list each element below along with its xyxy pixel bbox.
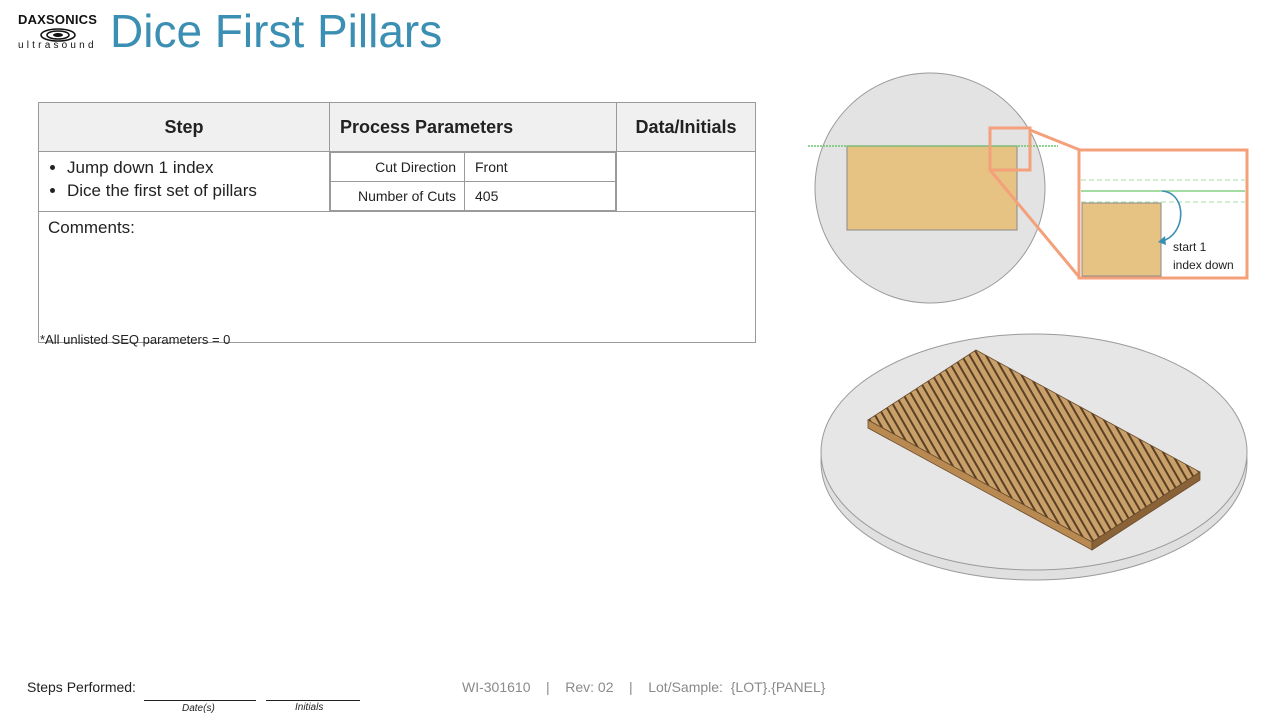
parameters-cell: Cut Direction Front Number of Cuts 405 — [329, 151, 617, 212]
steps-cell: Jump down 1 index Dice the first set of … — [38, 151, 330, 212]
steps-performed-label: Steps Performed: — [27, 679, 136, 695]
header-data-initials: Data/Initials — [616, 102, 756, 152]
header-process-parameters: Process Parameters — [329, 102, 617, 152]
initials-signature-line[interactable] — [266, 700, 360, 701]
parameters-note: *All unlisted SEQ parameters = 0 — [40, 332, 231, 347]
dicing-diagram: start 1 index down — [808, 72, 1249, 581]
param-value: 405 — [464, 181, 616, 211]
param-label: Cut Direction — [330, 152, 465, 182]
initials-label: Initials — [295, 702, 324, 713]
param-value: Front — [464, 152, 616, 182]
param-label: Number of Cuts — [330, 181, 465, 211]
process-table: Step Process Parameters Data/Initials Ju… — [38, 102, 756, 343]
callout-text: index down — [1173, 258, 1234, 272]
wafer-3d-view — [820, 333, 1248, 581]
comments-field[interactable]: Comments: — [38, 211, 756, 343]
comments-label: Comments: — [48, 218, 135, 237]
step-item: Dice the first set of pillars — [67, 179, 321, 202]
step-item: Jump down 1 index — [67, 156, 321, 179]
substrate-zoomed — [1081, 202, 1162, 277]
document-info: WI-301610 | Rev: 02 | Lot/Sample: {LOT}.… — [462, 679, 826, 695]
parameters-table: Cut Direction Front Number of Cuts 405 — [330, 152, 616, 211]
steps-list: Jump down 1 index Dice the first set of … — [47, 156, 321, 202]
logo-brand-text: DAXSONICS — [18, 12, 98, 27]
daxsonics-logo: DAXSONICS ultrasound — [14, 12, 104, 54]
dates-label: Date(s) — [182, 703, 215, 714]
dates-signature-line[interactable] — [144, 700, 256, 701]
page-title: Dice First Pillars — [110, 5, 443, 57]
logo-sub-text: ultrasound — [18, 40, 97, 51]
callout-text: start 1 — [1173, 240, 1207, 254]
data-initials-field[interactable] — [616, 151, 756, 212]
header-step: Step — [38, 102, 330, 152]
wafer-top-view — [808, 72, 1058, 304]
